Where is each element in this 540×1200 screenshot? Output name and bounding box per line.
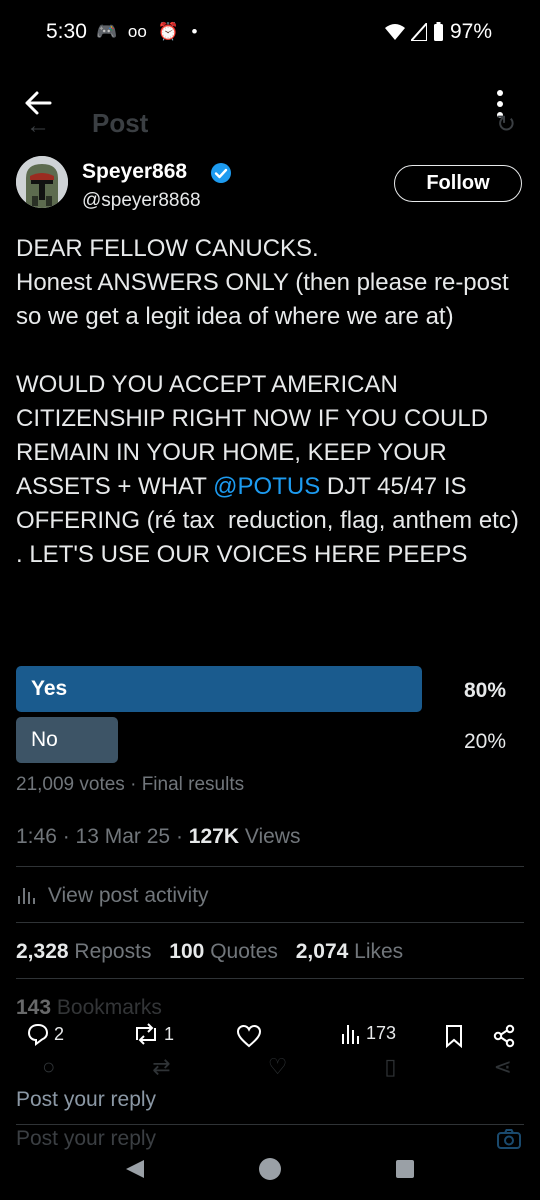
post-time: 1:46 — [16, 825, 57, 848]
voicemail-icon: oo — [127, 22, 147, 41]
poll-option-label: No — [31, 728, 58, 751]
ghost-action-bar: ○ ⇄ ♡ ▯ ⋖ — [42, 1054, 512, 1080]
analytics-icon — [18, 888, 35, 904]
view-post-activity-label: View post activity — [47, 884, 209, 907]
author-handle: @speyer8868 — [82, 190, 201, 211]
repost-icon — [136, 1023, 156, 1045]
nav-back-icon[interactable] — [124, 1158, 146, 1180]
likes-stat[interactable]: 2,074 Likes — [296, 940, 403, 963]
poll-summary: 21,009 votes · Final results — [16, 774, 244, 796]
views-count: 127K — [188, 825, 239, 848]
ghost-like-icon: ♡ — [267, 1054, 288, 1079]
post-paragraph-2: WOULD YOU ACCEPT AMERICAN CITIZENSHIP RI… — [16, 371, 526, 568]
verified-badge-icon — [211, 163, 231, 183]
ghost-reply-icon: ○ — [42, 1054, 56, 1079]
system-indicators: 97% — [384, 20, 492, 44]
divider — [16, 1124, 524, 1125]
avatar[interactable] — [16, 156, 68, 208]
bookmark-icon[interactable] — [444, 1024, 464, 1048]
mention-link[interactable]: @POTUS — [213, 473, 320, 500]
author-display-name[interactable]: Speyer868 — [82, 160, 187, 184]
repost-count: 1 — [164, 1023, 175, 1044]
bookmarks-stat[interactable]: 143 Bookmarks — [16, 996, 162, 1014]
post-line-2: Honest ANSWERS ONLY (then please re-post… — [16, 269, 516, 330]
divider — [16, 866, 524, 867]
poll-status: Final results — [141, 774, 245, 795]
poll-option-label: Yes — [31, 677, 68, 700]
wifi-icon — [384, 24, 405, 40]
poll-option-no-bar: No — [16, 717, 118, 763]
ghost-share-icon: ⋖ — [493, 1054, 512, 1079]
battery-level: 97% — [449, 20, 492, 43]
reply-icon — [27, 1023, 49, 1046]
reply-input[interactable]: Post your reply — [16, 1088, 486, 1112]
helmet-avatar-icon — [16, 156, 68, 208]
dot-icon: • — [191, 22, 198, 41]
ghost-back-arrow-icon: ← — [26, 112, 50, 139]
system-navigation-bar — [0, 1140, 540, 1200]
poll-separator: · — [130, 774, 137, 795]
poll-option-yes-percent: 80% — [463, 679, 506, 702]
nav-recents-icon[interactable] — [395, 1159, 415, 1179]
post-date: 13 Mar 25 — [75, 825, 171, 848]
quotes-stat[interactable]: 100 Quotes — [169, 940, 278, 963]
status-time: 5:30 — [46, 20, 87, 43]
poll-votes: 21,009 votes — [16, 774, 125, 795]
post-line-1: DEAR FELLOW CANUCKS. — [16, 235, 319, 262]
views-bar-icon — [342, 1025, 359, 1044]
post-timestamp: 1:46 · 13 Mar 25 · 127K Views — [16, 825, 301, 848]
poll-option-no-percent: 20% — [463, 730, 506, 753]
nav-home-icon[interactable] — [258, 1157, 282, 1181]
alarm-icon: ⏰ — [157, 22, 179, 41]
reply-action[interactable]: 2 — [26, 1022, 64, 1046]
ghost-bookmark-icon: ▯ — [384, 1054, 397, 1079]
view-post-activity-link[interactable]: View post activity — [16, 884, 209, 908]
views-action[interactable]: 173 — [340, 1022, 396, 1044]
poll-option-yes-bar: Yes — [16, 666, 422, 712]
battery-icon — [433, 22, 443, 41]
divider — [16, 922, 524, 923]
signal-icon — [410, 23, 427, 41]
post-text: DEAR FELLOW CANUCKS. Honest ANSWERS ONLY… — [16, 232, 526, 572]
like-icon[interactable] — [236, 1024, 262, 1048]
ghost-repost-icon: ⇄ — [152, 1054, 171, 1079]
share-icon[interactable] — [492, 1024, 516, 1048]
engagement-stats: 2,328 Reposts 100 Quotes 2,074 Likes — [16, 940, 403, 964]
status-bar: 5:30 🎮 oo ⏰ • 97% — [0, 0, 540, 66]
repost-action[interactable]: 1 — [132, 1022, 174, 1046]
notification-icons: 🎮 oo ⏰ • — [96, 22, 197, 42]
follow-button[interactable]: Follow — [394, 165, 522, 202]
views-action-count: 173 — [366, 1022, 397, 1043]
divider — [16, 978, 524, 979]
reply-count: 2 — [54, 1023, 65, 1044]
ghost-refresh-icon: ↻ — [496, 111, 517, 138]
ghost-header-title: Post — [92, 108, 149, 138]
game-controller-icon: 🎮 — [96, 22, 118, 41]
views-label: Views — [244, 825, 301, 848]
reposts-stat[interactable]: 2,328 Reposts — [16, 940, 151, 963]
